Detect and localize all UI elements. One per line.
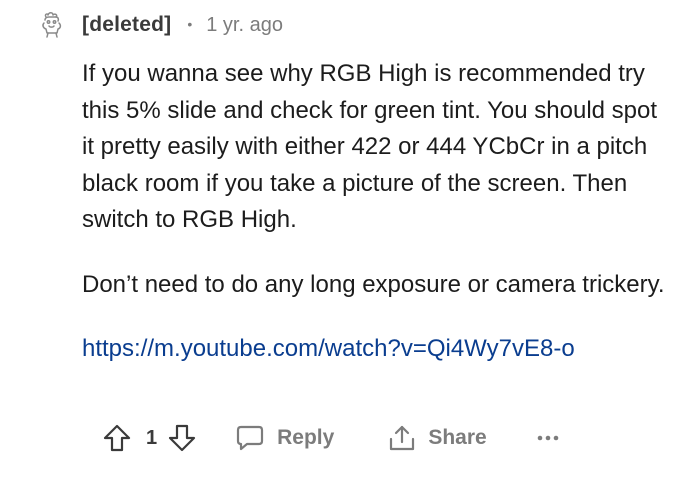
- downvote-button[interactable]: [165, 421, 199, 455]
- comment-header: [deleted] • 1 yr. ago: [38, 8, 283, 42]
- comment-paragraph-1: If you wanna see why RGB High is recomme…: [82, 60, 658, 233]
- share-label: Share: [428, 426, 487, 449]
- speech-bubble-icon: [237, 425, 264, 451]
- arrow-up-icon: [103, 424, 131, 452]
- youtube-link[interactable]: https://m.youtube.com/watch?v=Qi4Wy7vE8-…: [82, 331, 575, 368]
- share-button[interactable]: Share: [388, 424, 487, 452]
- more-options-button[interactable]: [537, 434, 559, 442]
- comment: [deleted] • 1 yr. ago If you wanna see w…: [0, 0, 690, 485]
- ellipsis-icon: [537, 435, 558, 441]
- vote-controls: 1: [100, 421, 199, 455]
- arrow-down-icon: [169, 424, 196, 452]
- deleted-user-icon[interactable]: [38, 11, 66, 39]
- comment-author[interactable]: [deleted]: [82, 13, 171, 37]
- vote-score: 1: [146, 426, 158, 449]
- comment-body: If you wanna see why RGB High is recomme…: [82, 56, 672, 368]
- share-icon: [390, 425, 415, 451]
- upvote-button[interactable]: [100, 421, 134, 455]
- comment-actions: 1 Reply Share: [100, 416, 559, 460]
- comment-age[interactable]: 1 yr. ago: [206, 14, 283, 37]
- comment-paragraph-2: Don’t need to do any long exposure or ca…: [82, 270, 665, 298]
- reply-button[interactable]: Reply: [235, 424, 334, 452]
- meta-separator: •: [187, 16, 193, 32]
- reply-label: Reply: [277, 426, 335, 449]
